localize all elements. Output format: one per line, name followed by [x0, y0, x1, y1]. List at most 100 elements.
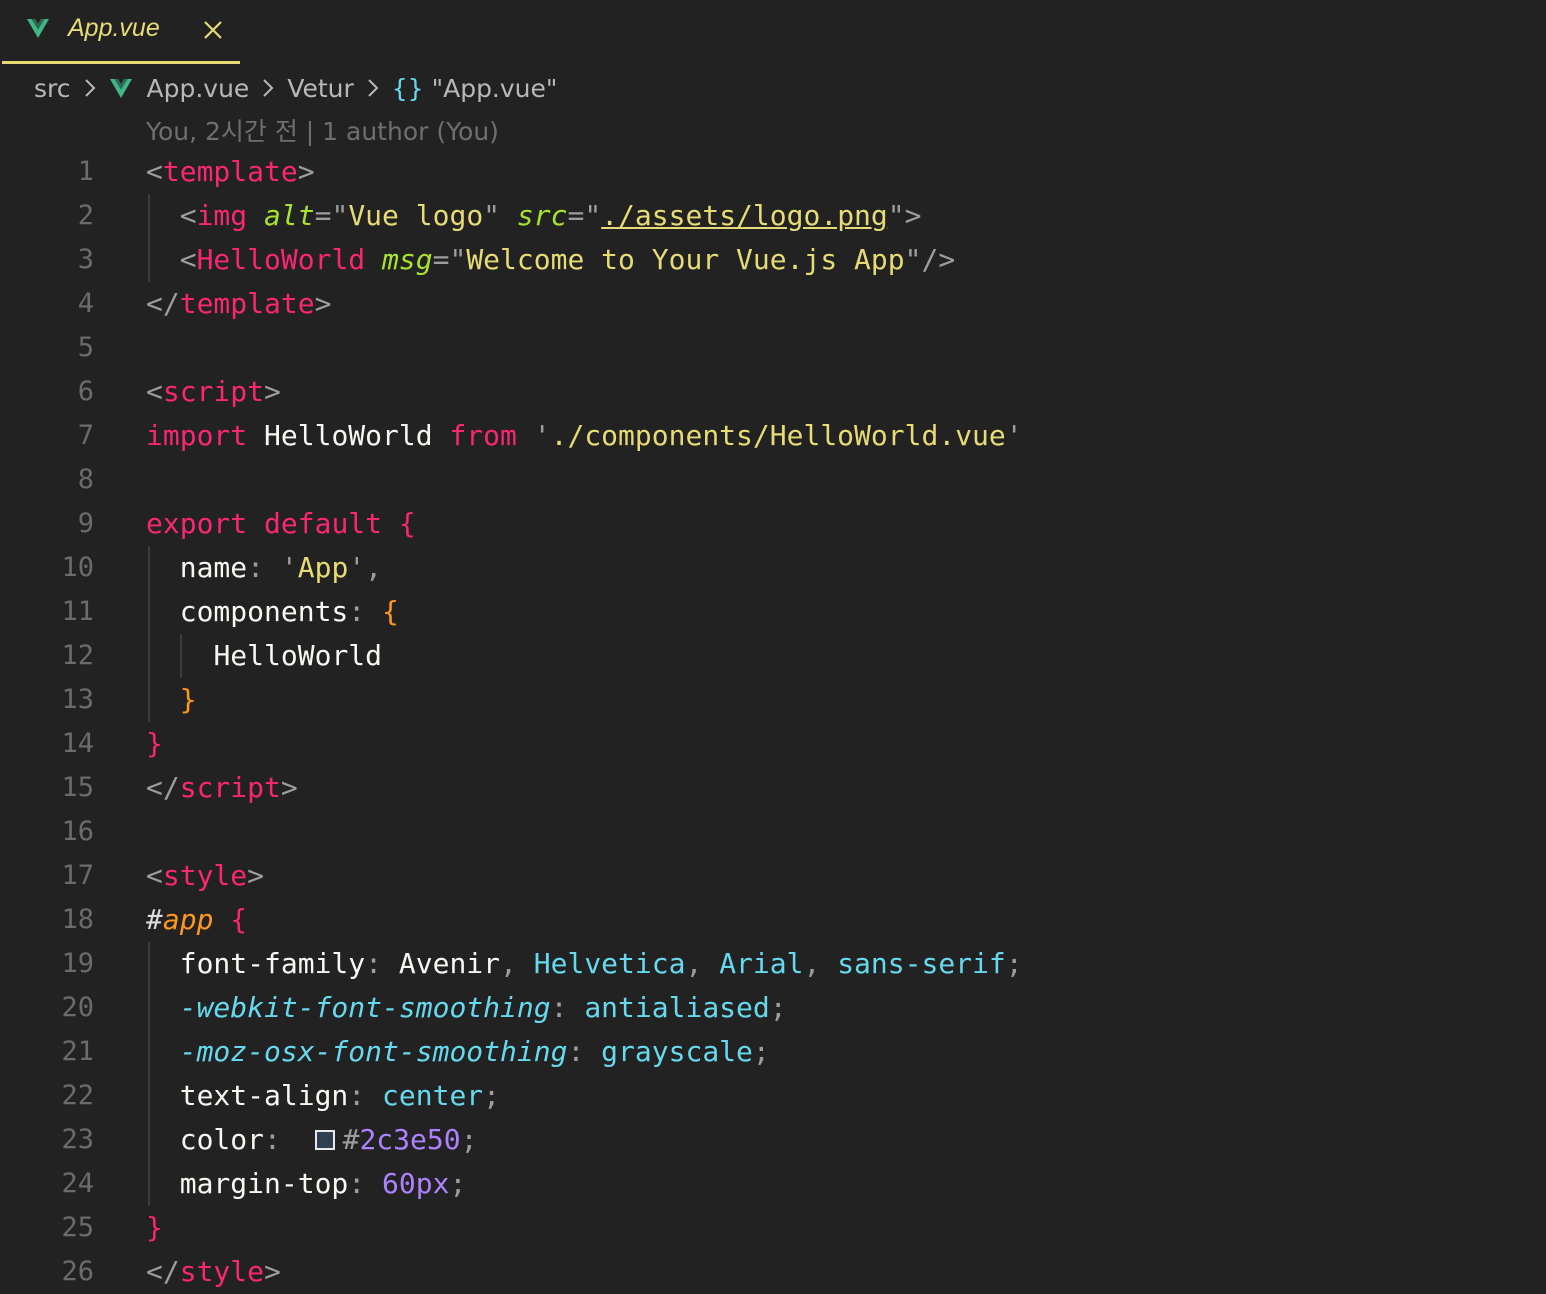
- line-number: 17: [61, 860, 94, 891]
- css-value: grayscale: [601, 1035, 753, 1068]
- keyword: import: [146, 419, 248, 452]
- property-key: components: [179, 595, 349, 628]
- semicolon: ;: [449, 1167, 467, 1200]
- css-vendor-property: -webkit-font-smoothing: [179, 991, 551, 1024]
- quote: ': [1005, 419, 1023, 452]
- colon: :: [264, 1123, 281, 1156]
- code-line: 15 </script>: [0, 766, 1546, 810]
- colon: :: [365, 947, 383, 980]
- brace: {: [382, 595, 399, 628]
- colon: :: [550, 991, 568, 1024]
- line-number: 25: [61, 1212, 94, 1243]
- breadcrumb-symbol[interactable]: "App.vue": [432, 74, 558, 103]
- operator: =: [567, 199, 585, 232]
- code-line: 18 #app {: [0, 898, 1546, 942]
- brace: }: [146, 727, 163, 760]
- css-value: sans-serif: [837, 947, 1006, 980]
- operator: =: [432, 243, 450, 276]
- css-value: Avenir: [398, 947, 501, 980]
- hex-color-value: 2c3e50: [359, 1123, 461, 1156]
- tag-name: HelloWorld: [196, 243, 366, 276]
- tag-bracket: </: [146, 1255, 180, 1288]
- code-line: 1 <template>: [0, 150, 1546, 194]
- line-number: 22: [61, 1080, 94, 1111]
- code-line: 4 </template>: [0, 282, 1546, 326]
- line-number: 13: [61, 684, 94, 715]
- path-link[interactable]: ./assets/logo.png: [601, 199, 888, 232]
- code-line: 12 HelloWorld: [0, 634, 1546, 678]
- quote: ": [449, 243, 467, 276]
- chevron-right-icon: [84, 79, 95, 97]
- semicolon: ;: [752, 1035, 770, 1068]
- tag-name: script: [179, 771, 281, 804]
- attribute-value: Welcome to Your Vue.js App: [466, 243, 905, 276]
- hex-hash: #: [342, 1123, 360, 1156]
- identifier: HelloWorld: [264, 419, 433, 452]
- tag-bracket: >: [297, 155, 315, 188]
- line-number: 4: [77, 288, 94, 319]
- code-line: 20 -webkit-font-smoothing: antialiased;: [0, 986, 1546, 1030]
- tag-bracket: >: [264, 1255, 281, 1288]
- tab-bar: App.vue: [0, 0, 1546, 64]
- code-line: 25 }: [0, 1206, 1546, 1250]
- semicolon: ;: [1005, 947, 1023, 980]
- color-swatch[interactable]: [314, 1130, 335, 1150]
- css-property: text-align: [179, 1079, 349, 1112]
- line-number: 9: [77, 508, 94, 539]
- tag-name: template: [162, 155, 298, 188]
- tag-bracket: >: [280, 771, 298, 804]
- close-icon[interactable]: [202, 19, 224, 41]
- code-line: 24 margin-top: 60px;: [0, 1162, 1546, 1206]
- git-blame-codelens[interactable]: You, 2시간 전 | 1 author (You): [146, 112, 499, 148]
- line-number: 3: [77, 244, 94, 275]
- braces-icon: {}: [391, 73, 424, 103]
- line-number: 1: [77, 156, 94, 187]
- line-number: 2: [77, 200, 94, 231]
- tab-app-vue[interactable]: App.vue: [2, 0, 240, 64]
- code-line: 11 components: {: [0, 590, 1546, 634]
- keyword: export: [146, 507, 248, 540]
- tag-bracket: <: [146, 375, 163, 408]
- breadcrumb-app-vue[interactable]: App.vue: [147, 74, 250, 103]
- code-line: 8: [0, 458, 1546, 502]
- line-number: 19: [61, 948, 94, 979]
- line-number: 12: [61, 640, 94, 671]
- attribute-name: msg: [382, 243, 433, 276]
- line-number: 21: [61, 1036, 94, 1067]
- tag-bracket: >: [264, 375, 281, 408]
- css-value: center: [382, 1079, 484, 1112]
- css-number-value: 60px: [382, 1167, 450, 1200]
- tag-name: style: [162, 859, 248, 892]
- attribute-value: Vue logo: [348, 199, 484, 232]
- css-value: Helvetica: [533, 947, 686, 980]
- quote: ': [348, 551, 366, 584]
- brace: {: [230, 903, 248, 936]
- tag-bracket: <: [179, 243, 197, 276]
- colon: :: [247, 551, 265, 584]
- string-literal: App: [297, 551, 349, 584]
- vue-icon: [27, 19, 49, 38]
- quote: ': [533, 419, 551, 452]
- quote: ": [331, 199, 349, 232]
- brace: }: [179, 683, 197, 716]
- line-number: 5: [77, 332, 94, 363]
- tag-name: style: [179, 1255, 265, 1288]
- code-line: 13 }: [0, 678, 1546, 722]
- chevron-right-icon: [368, 79, 379, 97]
- code-editor[interactable]: 1 <template> 2 <img alt="Vue logo" src="…: [0, 150, 1546, 1294]
- comma: ,: [803, 947, 821, 980]
- css-vendor-property: -moz-osx-font-smoothing: [179, 1035, 568, 1068]
- code-line: 22 text-align: center;: [0, 1074, 1546, 1118]
- brace: {: [398, 507, 416, 540]
- line-number: 18: [61, 904, 94, 935]
- semicolon: ;: [483, 1079, 501, 1112]
- line-number: 23: [61, 1124, 94, 1155]
- operator: =: [314, 199, 332, 232]
- line-number: 20: [61, 992, 94, 1023]
- tag-bracket: >: [904, 199, 922, 232]
- breadcrumb-src[interactable]: src: [34, 74, 71, 103]
- tag-bracket: >: [314, 287, 332, 320]
- breadcrumb-vetur[interactable]: Vetur: [287, 74, 353, 103]
- code-line: 26 </style>: [0, 1250, 1546, 1294]
- line-number: 15: [61, 772, 94, 803]
